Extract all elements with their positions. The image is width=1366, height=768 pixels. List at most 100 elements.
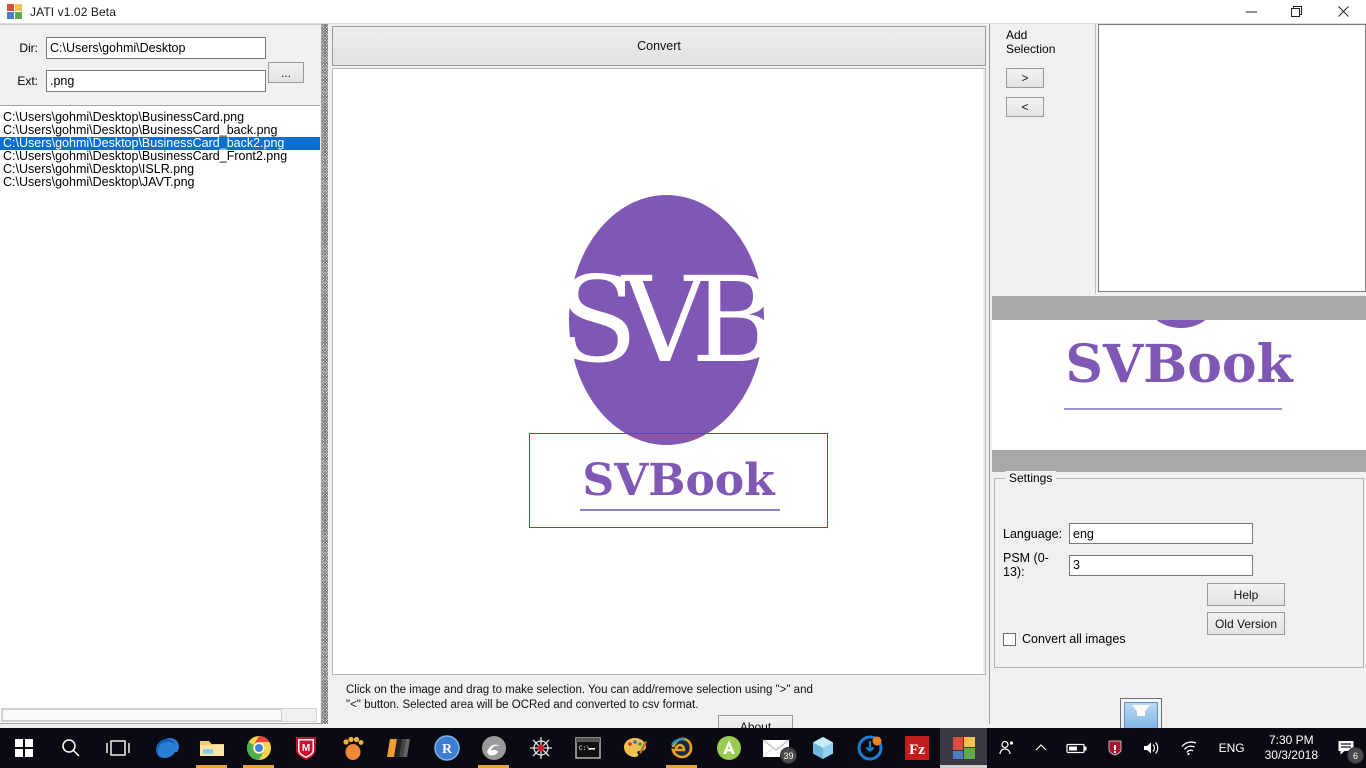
center-panel: Convert SVB SVBook Click on the image an… xyxy=(328,24,990,738)
preview-underline xyxy=(1064,408,1282,410)
dir-input[interactable] xyxy=(46,37,266,59)
ext-input[interactable] xyxy=(46,70,266,92)
search-button[interactable] xyxy=(47,728,94,768)
convert-all-label: Convert all images xyxy=(1022,632,1126,646)
add-selection-label: Add Selection xyxy=(1006,28,1055,56)
window-title: JATI v1.02 Beta xyxy=(30,4,116,19)
dir-label: Dir: xyxy=(19,41,38,55)
svg-text:M: M xyxy=(301,743,309,754)
gnome-button[interactable] xyxy=(329,728,376,768)
add-selection-line2: Selection xyxy=(1006,42,1056,56)
preview-band-bottom xyxy=(992,450,1366,472)
file-list[interactable]: C:\Users\gohmi\Desktop\BusinessCard.png C… xyxy=(0,106,320,723)
convert-button[interactable]: Convert xyxy=(332,26,986,66)
notification-badge: 6 xyxy=(1347,747,1364,764)
folder-icon xyxy=(198,736,226,760)
preview-wordmark: SVBook xyxy=(1065,334,1293,395)
jati-button[interactable] xyxy=(940,728,987,768)
language-input[interactable] xyxy=(1069,523,1253,544)
shield-m-icon: M xyxy=(294,735,318,761)
swirl-button[interactable] xyxy=(470,728,517,768)
old-version-button[interactable]: Old Version xyxy=(1207,612,1285,635)
image-canvas[interactable]: SVB SVBook xyxy=(332,68,986,675)
layers-icon xyxy=(386,736,413,760)
canvas-vertical-scrollbar[interactable] xyxy=(983,69,985,674)
windows-logo-icon xyxy=(14,739,33,757)
battery-icon[interactable] xyxy=(1057,728,1097,768)
minimize-button[interactable] xyxy=(1228,0,1274,24)
mcafee-button[interactable]: M xyxy=(282,728,329,768)
filezilla-icon: Fz xyxy=(904,735,930,761)
task-view-button[interactable] xyxy=(94,728,141,768)
svg-text:C:\: C:\ xyxy=(579,745,590,752)
filezilla-button[interactable]: Fz xyxy=(893,728,940,768)
instructions-text: Click on the image and drag to make sele… xyxy=(346,684,813,711)
android-a-icon xyxy=(716,735,742,761)
selection-preview: SVBook xyxy=(992,320,1366,450)
convert-all-checkbox[interactable] xyxy=(1003,632,1016,646)
system-tray: ENG 7:30 PM 30/3/2018 6 xyxy=(989,728,1366,768)
title-bar: JATI v1.02 Beta xyxy=(0,0,1366,24)
notification-icon[interactable]: 6 xyxy=(1328,728,1366,768)
idm-button[interactable] xyxy=(846,728,893,768)
edge-button[interactable] xyxy=(141,728,188,768)
start-button[interactable] xyxy=(0,728,47,768)
language-row: Language: xyxy=(1003,523,1253,544)
app-tiles-icon xyxy=(952,736,976,760)
internet-explorer-button[interactable] xyxy=(658,728,705,768)
chrome-button[interactable] xyxy=(235,728,282,768)
language-indicator[interactable]: ENG xyxy=(1209,741,1255,755)
search-icon xyxy=(60,737,82,759)
taskbar-badge: 39 xyxy=(780,747,797,764)
paint-button[interactable] xyxy=(611,728,658,768)
download-icon-inner xyxy=(1124,702,1158,730)
clock-date: 30/3/2018 xyxy=(1264,748,1318,762)
source-image: SVB SVBook xyxy=(529,195,829,575)
remove-selection-button[interactable]: < xyxy=(1006,97,1044,117)
taskbar: M R C:\ 39 Fz ENG 7:30 PM 30/3/2018 6 xyxy=(0,728,1366,768)
svg-text:R: R xyxy=(441,742,452,757)
logo-monogram: SVB xyxy=(557,251,778,389)
volume-icon[interactable] xyxy=(1133,728,1171,768)
selection-list-box[interactable] xyxy=(1098,24,1366,292)
selection-rectangle[interactable]: SVBook xyxy=(529,433,828,528)
clock[interactable]: 7:30 PM 30/3/2018 xyxy=(1255,733,1328,763)
psm-input[interactable] xyxy=(1069,554,1253,576)
add-selection-line1: Add xyxy=(1006,28,1028,42)
rstudio-button[interactable]: R xyxy=(423,728,470,768)
app-tiles-icon xyxy=(7,3,23,20)
command-prompt-button[interactable]: C:\ xyxy=(564,728,611,768)
virtualbox-button[interactable] xyxy=(799,728,846,768)
task-view-icon xyxy=(105,738,131,758)
download-icon[interactable] xyxy=(1120,698,1162,732)
settings-title: Settings xyxy=(1005,471,1057,485)
ext-row: Ext: xyxy=(6,70,266,92)
left-panel: Dir: ... Ext: C:\Users\gohmi\Desktop\Bus… xyxy=(0,24,322,724)
convert-all-row[interactable]: Convert all images xyxy=(1003,632,1126,646)
download-arrow-icon xyxy=(1132,705,1150,716)
help-button[interactable]: Help xyxy=(1207,583,1285,606)
add-selection-area: Add Selection > < xyxy=(992,24,1096,294)
security-shield-icon[interactable] xyxy=(1097,728,1133,768)
ext-label: Ext: xyxy=(17,74,38,88)
wordmark-underline xyxy=(580,509,780,511)
language-label: Language: xyxy=(1003,526,1063,541)
mail-button[interactable]: 39 xyxy=(752,728,799,768)
directory-settings-area: Dir: ... Ext: xyxy=(0,25,320,106)
android-studio-button[interactable] xyxy=(705,728,752,768)
idm-circle-icon xyxy=(857,735,883,761)
chevron-up-icon[interactable] xyxy=(1025,728,1057,768)
maximize-button[interactable] xyxy=(1274,0,1320,24)
stack-button[interactable] xyxy=(376,728,423,768)
dir-row: Dir: xyxy=(6,37,266,59)
file-list-horizontal-scrollbar[interactable] xyxy=(1,708,317,722)
file-explorer-button[interactable] xyxy=(188,728,235,768)
people-icon[interactable] xyxy=(989,728,1025,768)
scrollbar-thumb[interactable] xyxy=(2,709,282,721)
wifi-icon[interactable] xyxy=(1171,728,1209,768)
add-selection-button[interactable]: > xyxy=(1006,68,1044,88)
file-list-item[interactable]: C:\Users\gohmi\Desktop\JAVT.png xyxy=(0,176,320,189)
browse-button[interactable]: ... xyxy=(268,62,304,83)
spider-button[interactable] xyxy=(517,728,564,768)
close-button[interactable] xyxy=(1320,0,1366,24)
